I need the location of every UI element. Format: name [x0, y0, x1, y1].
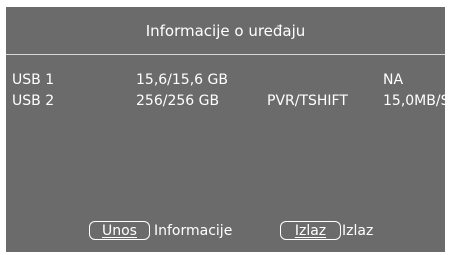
device-row-usb2[interactable]: USB 2 256/256 GB PVR/TSHIFT 15,0MB/S	[6, 93, 449, 113]
exit-key-button[interactable]: Izlaz	[280, 221, 341, 240]
device-name: USB 2	[12, 93, 55, 109]
dialog-title: Informacije o uređaju	[145, 22, 306, 40]
enter-key-label: Informacije	[154, 223, 233, 239]
device-speed: 15,0MB/S	[383, 93, 450, 109]
device-capacity: 256/256 GB	[136, 93, 220, 109]
device-speed: NA	[383, 72, 404, 88]
device-capacity: 15,6/15,6 GB	[136, 72, 228, 88]
exit-key-label: Izlaz	[342, 223, 374, 239]
enter-key-button[interactable]: Unos	[89, 221, 150, 240]
title-divider	[6, 54, 445, 55]
device-role: PVR/TSHIFT	[267, 93, 348, 109]
device-row-usb1[interactable]: USB 1 15,6/15,6 GB NA	[6, 72, 445, 92]
device-info-dialog: Informacije o uređaju USB 1 15,6/15,6 GB…	[6, 7, 449, 252]
device-name: USB 1	[12, 72, 55, 88]
footer-hints: Unos Informacije Izlaz Izlaz	[6, 221, 445, 243]
